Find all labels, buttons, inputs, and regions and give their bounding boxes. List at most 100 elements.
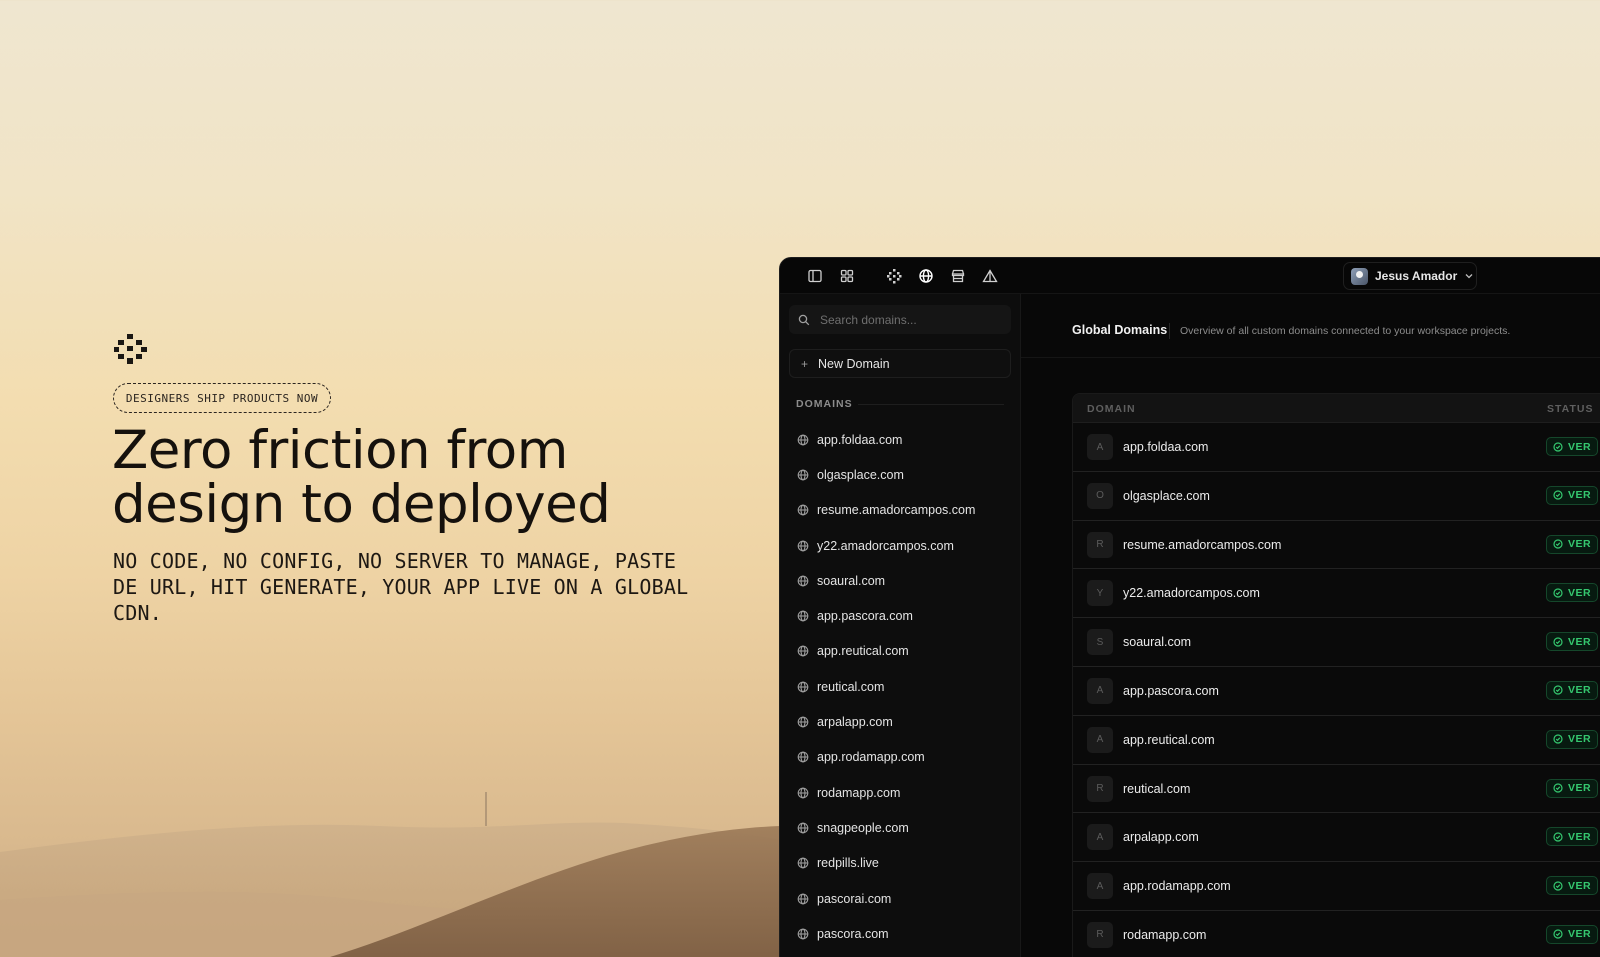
globe-icon [797, 575, 817, 587]
globe-icon[interactable] [918, 268, 934, 284]
plus-icon: + [801, 356, 809, 371]
status-label: VER [1568, 684, 1592, 697]
row-domain-name: resume.amadorcampos.com [1123, 537, 1282, 552]
page-description: Overview of all custom domains connected… [1180, 325, 1511, 337]
table-row[interactable]: Rreutical.com VER [1073, 764, 1600, 814]
app-toolbar: Jesus Amador [780, 258, 1600, 294]
store-icon[interactable] [950, 268, 966, 284]
table-row[interactable]: Aapp.foldaa.com VER [1073, 423, 1600, 472]
chevron-down-icon [1465, 274, 1473, 279]
domain-initial-badge: S [1087, 629, 1113, 656]
status-badge: VER [1546, 632, 1599, 652]
sidebar-domain-label: pascorai.com [817, 891, 892, 906]
status-label: VER [1568, 830, 1592, 843]
search-icon [798, 314, 810, 325]
sidebar-domain-item[interactable]: pascorai.com [780, 881, 1021, 916]
sidebar-domain-item[interactable]: rodamapp.com [780, 775, 1021, 810]
divider [858, 404, 1004, 405]
sidebar-domain-label: resume.amadorcampos.com [817, 503, 976, 518]
table-row[interactable]: Aapp.reutical.com VER [1073, 715, 1600, 765]
table-header: DOMAIN STATUS [1073, 394, 1600, 423]
new-domain-button[interactable]: + New Domain [789, 349, 1011, 378]
check-circle-icon [1553, 539, 1568, 549]
domain-list: app.foldaa.com olgasplace.com resume.amado… [780, 422, 1021, 951]
sidebar-domain-label: pascora.com [817, 926, 889, 941]
sidebar-domain-item[interactable]: app.foldaa.com [780, 422, 1021, 457]
sidebar-domain-label: rodamapp.com [817, 785, 901, 800]
sidebar-domain-item[interactable]: snagpeople.com [780, 810, 1021, 845]
status-label: VER [1568, 586, 1592, 599]
search-input[interactable] [820, 312, 1000, 327]
table-row[interactable]: Oolgasplace.com VER [1073, 471, 1600, 521]
status-label: VER [1568, 538, 1592, 551]
sidebar-domain-label: app.rodamapp.com [817, 750, 925, 765]
row-domain-name: app.pascora.com [1123, 683, 1219, 698]
sidebar-domain-label: app.pascora.com [817, 609, 913, 624]
row-domain-name: arpalapp.com [1123, 830, 1199, 845]
domain-initial-badge: A [1087, 873, 1113, 900]
domain-initial-badge: A [1087, 677, 1113, 704]
sidebar-domain-label: olgasplace.com [817, 467, 904, 482]
check-circle-icon [1553, 490, 1568, 500]
domains-table: DOMAIN STATUS Aapp.foldaa.com VER Oolgaspl… [1072, 393, 1600, 957]
row-domain-name: app.reutical.com [1123, 732, 1215, 747]
check-circle-icon [1553, 734, 1568, 744]
globe-icon [797, 610, 817, 622]
globe-icon [797, 893, 817, 905]
row-domain-name: app.rodamapp.com [1123, 879, 1231, 894]
globe-icon [797, 822, 817, 834]
table-row[interactable]: Ssoaural.com VER [1073, 618, 1600, 667]
globe-icon [797, 540, 817, 552]
sidebar-domain-label: redpills.live [817, 856, 879, 871]
hero-subtitle: NO CODE, NO CONFIG, NO SERVER TO MANAGE,… [113, 549, 689, 625]
sidebar-domain-item[interactable]: olgasplace.com [780, 457, 1021, 492]
sidebar-domain-label: snagpeople.com [817, 820, 909, 835]
sidebar-domain-item[interactable]: reutical.com [780, 669, 1021, 704]
sidebar-domain-item[interactable]: y22.amadorcampos.com [780, 528, 1021, 563]
triangle-icon[interactable] [982, 268, 998, 284]
hero-title: Zero friction from design to deployed [112, 424, 732, 532]
check-circle-icon [1553, 685, 1568, 696]
check-circle-icon [1553, 588, 1568, 598]
row-domain-name: y22.amadorcampos.com [1123, 586, 1260, 601]
row-domain-name: rodamapp.com [1123, 927, 1207, 942]
sidebar-domain-item[interactable]: app.reutical.com [780, 634, 1021, 669]
table-row[interactable]: Rrodamapp.com VER [1073, 910, 1600, 957]
table-row[interactable]: Yy22.amadorcampos.com VER [1073, 569, 1600, 619]
globe-icon [797, 645, 817, 657]
status-badge: VER [1546, 876, 1599, 896]
dots-logo-icon[interactable] [886, 268, 902, 284]
status-label: VER [1568, 733, 1592, 746]
search-box[interactable] [789, 305, 1011, 334]
sidebar-domain-label: arpalapp.com [817, 715, 893, 730]
domain-initial-badge: Y [1087, 580, 1113, 607]
grid-icon[interactable] [839, 268, 855, 284]
row-domain-name: olgasplace.com [1123, 488, 1210, 503]
table-row[interactable]: Rresume.amadorcampos.com VER [1073, 520, 1600, 570]
domain-initial-badge: A [1087, 824, 1113, 851]
status-badge: VER [1546, 583, 1599, 603]
logo-icon [114, 334, 147, 364]
user-menu-button[interactable]: Jesus Amador [1343, 262, 1477, 290]
domain-initial-badge: O [1087, 482, 1113, 509]
sidebar-domain-item[interactable]: pascora.com [780, 916, 1021, 951]
sidebar-domain-item[interactable]: app.rodamapp.com [780, 740, 1021, 775]
status-label: VER [1568, 782, 1592, 795]
globe-icon [797, 434, 817, 446]
check-circle-icon [1553, 929, 1568, 940]
avatar [1351, 267, 1368, 285]
table-row[interactable]: Aapp.pascora.com VER [1073, 666, 1600, 716]
sidebar-toggle-icon[interactable] [807, 268, 823, 284]
sidebar-domain-item[interactable]: resume.amadorcampos.com [780, 493, 1021, 528]
divider [1169, 323, 1170, 339]
sidebar-domain-item[interactable]: arpalapp.com [780, 704, 1021, 739]
sidebar-domain-item[interactable]: redpills.live [780, 846, 1021, 881]
sidebar-domain-item[interactable]: app.pascora.com [780, 598, 1021, 633]
check-circle-icon [1553, 832, 1568, 842]
sidebar-domain-item[interactable]: soaural.com [780, 563, 1021, 598]
table-row[interactable]: Aapp.rodamapp.com VER [1073, 862, 1600, 911]
sidebar-domain-label: reutical.com [817, 679, 885, 694]
status-label: VER [1568, 635, 1592, 648]
table-row[interactable]: Aarpalapp.com VER [1073, 813, 1600, 863]
globe-icon [797, 716, 817, 728]
